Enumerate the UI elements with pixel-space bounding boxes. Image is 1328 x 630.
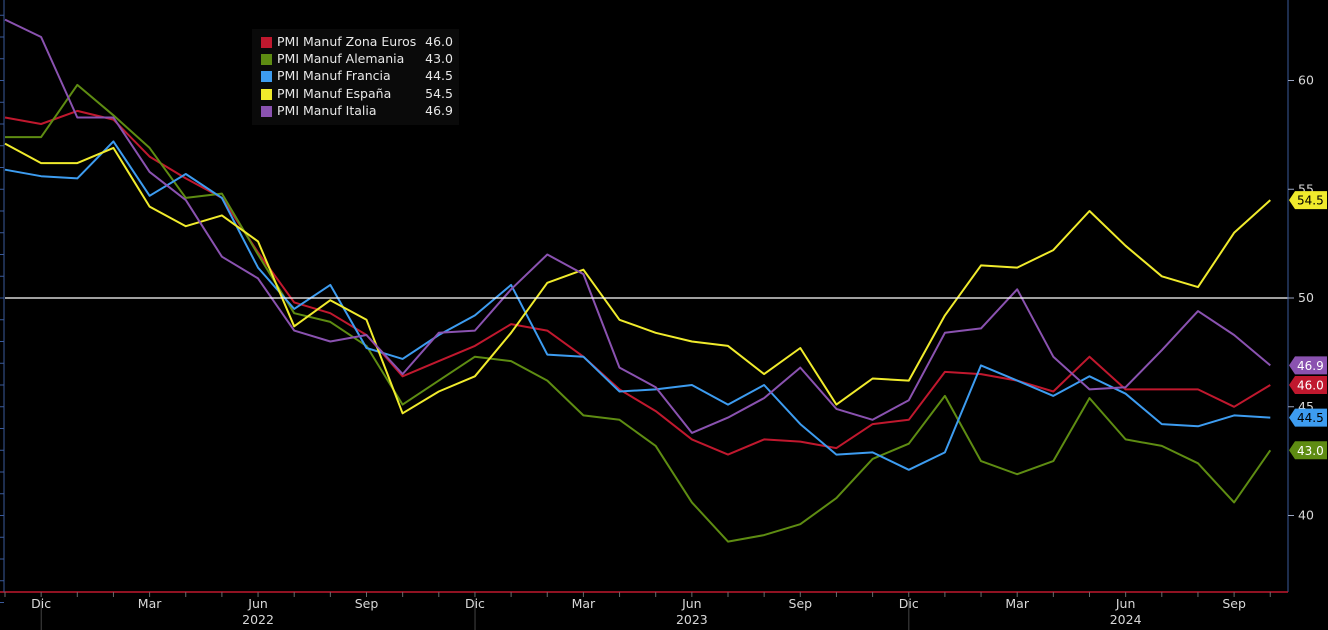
last-value-badge-label: 46.9	[1297, 359, 1324, 373]
x-tick-label: Mar	[1005, 596, 1029, 611]
legend-item: PMI Manuf España 54.5	[252, 85, 459, 102]
last-value-badge-label: 43.0	[1297, 444, 1324, 458]
last-value-badge: 43.0	[1289, 441, 1327, 460]
legend-swatch	[261, 105, 272, 117]
y-tick-label: 60	[1298, 73, 1314, 88]
x-axis-ticks: Dic Mar Jun Sep Dic Mar Jun Sep Dic Mar Jun Sep	[4, 592, 1271, 611]
year-label: 2023	[676, 612, 708, 627]
x-tick-label: Sep	[355, 596, 379, 611]
last-value-badge: 46.0	[1289, 376, 1327, 394]
legend-value: 54.5	[425, 85, 453, 101]
legend-swatch	[261, 71, 272, 83]
chart-legend: PMI Manuf Zona Euros 46.0 PMI Manuf Alem…	[252, 29, 459, 125]
series-line-pmi-manuf-italia	[4, 18, 1271, 434]
pmi-line-chart: 4045505560 Dic Mar Jun Sep Dic Mar Jun Sep Dic Ma…	[0, 0, 1327, 630]
y-tick-label: 40	[1298, 508, 1314, 523]
legend-swatch	[261, 37, 272, 48]
legend-value: 43.0	[425, 51, 453, 67]
y-axis-ticks: 4045505560	[0, 14, 1314, 603]
x-tick-label: Sep	[1222, 596, 1246, 611]
last-value-badge: 54.5	[1289, 191, 1327, 210]
legend-value: 44.5	[425, 68, 453, 84]
legend-swatch	[261, 54, 272, 66]
legend-swatch	[261, 88, 272, 100]
legend-item: PMI Manuf Alemania 43.0	[252, 50, 459, 67]
x-tick-label: Jun	[247, 596, 268, 611]
x-tick-label: Jun	[1115, 596, 1136, 611]
last-value-badge-label: 46.0	[1297, 379, 1324, 393]
year-label: 2024	[1110, 612, 1142, 627]
series-line-pmi-manuf-zona-euros	[4, 109, 1271, 456]
last-value-badge: 46.9	[1289, 356, 1327, 375]
series-lines	[4, 18, 1272, 543]
legend-item: PMI Manuf Zona Euros 46.0	[252, 33, 459, 50]
series-line-pmi-manuf-alemania	[5, 83, 1272, 543]
legend-item: PMI Manuf Francia 44.5	[252, 67, 459, 84]
legend-item: PMI Manuf Italia 46.9	[252, 102, 459, 119]
legend-label: PMI Manuf Francia	[277, 68, 391, 84]
legend-value: 46.9	[425, 102, 453, 118]
last-value-badge-label: 44.5	[1297, 411, 1324, 425]
legend-label: PMI Manuf Italia	[277, 102, 377, 118]
x-tick-label: Mar	[138, 596, 162, 611]
legend-value: 46.0	[425, 34, 453, 49]
legend-label: PMI Manuf Zona Euros	[277, 34, 417, 49]
legend-label: PMI Manuf España	[277, 85, 392, 101]
last-value-badge-label: 54.5	[1297, 194, 1324, 208]
legend-label: PMI Manuf Alemania	[277, 51, 405, 67]
year-label: 2022	[242, 612, 274, 627]
x-tick-label: Sep	[789, 596, 813, 611]
last-value-badges: 46.0 43.0 44.5 54.5 46.9	[1289, 191, 1327, 460]
y-tick-label: 50	[1298, 290, 1314, 305]
last-value-badge: 44.5	[1289, 408, 1327, 427]
x-tick-label: Jun	[681, 596, 702, 611]
x-tick-label: Mar	[572, 596, 596, 611]
series-line-pmi-manuf-francia	[4, 140, 1271, 471]
